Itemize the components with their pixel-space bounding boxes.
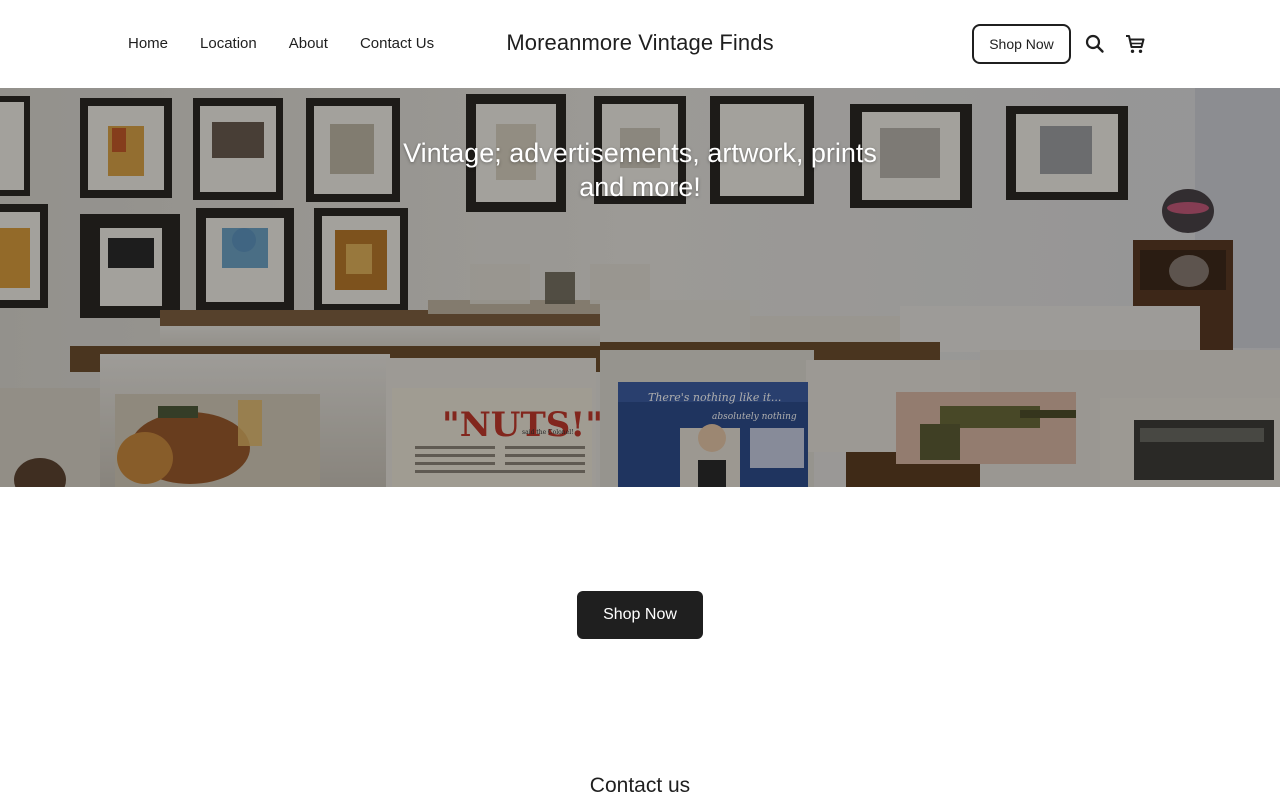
- cart-icon[interactable]: [1122, 31, 1148, 57]
- contact-heading: Contact us: [589, 774, 691, 797]
- nav-about[interactable]: About: [289, 0, 328, 88]
- main-nav: Home Location About Contact Us: [128, 0, 466, 88]
- cta-wrapper: Shop Now: [0, 591, 1280, 639]
- site-title[interactable]: Moreanmore Vintage Finds: [506, 30, 773, 55]
- hero-banner: "NUTS!" said the Colonel! There's nothin…: [0, 88, 1280, 487]
- nav-location[interactable]: Location: [200, 0, 257, 88]
- hero-title: Vintage; advertisements, artwork, prints…: [403, 138, 877, 202]
- site-header: Home Location About Contact Us Moreanmor…: [0, 0, 1280, 88]
- shop-now-cta-button[interactable]: Shop Now: [577, 591, 703, 639]
- nav-contact-us[interactable]: Contact Us: [360, 0, 434, 88]
- header-actions: Shop Now: [972, 24, 1148, 64]
- header-shop-now-button[interactable]: Shop Now: [972, 24, 1071, 64]
- search-icon[interactable]: [1082, 31, 1108, 57]
- nav-home[interactable]: Home: [128, 0, 168, 88]
